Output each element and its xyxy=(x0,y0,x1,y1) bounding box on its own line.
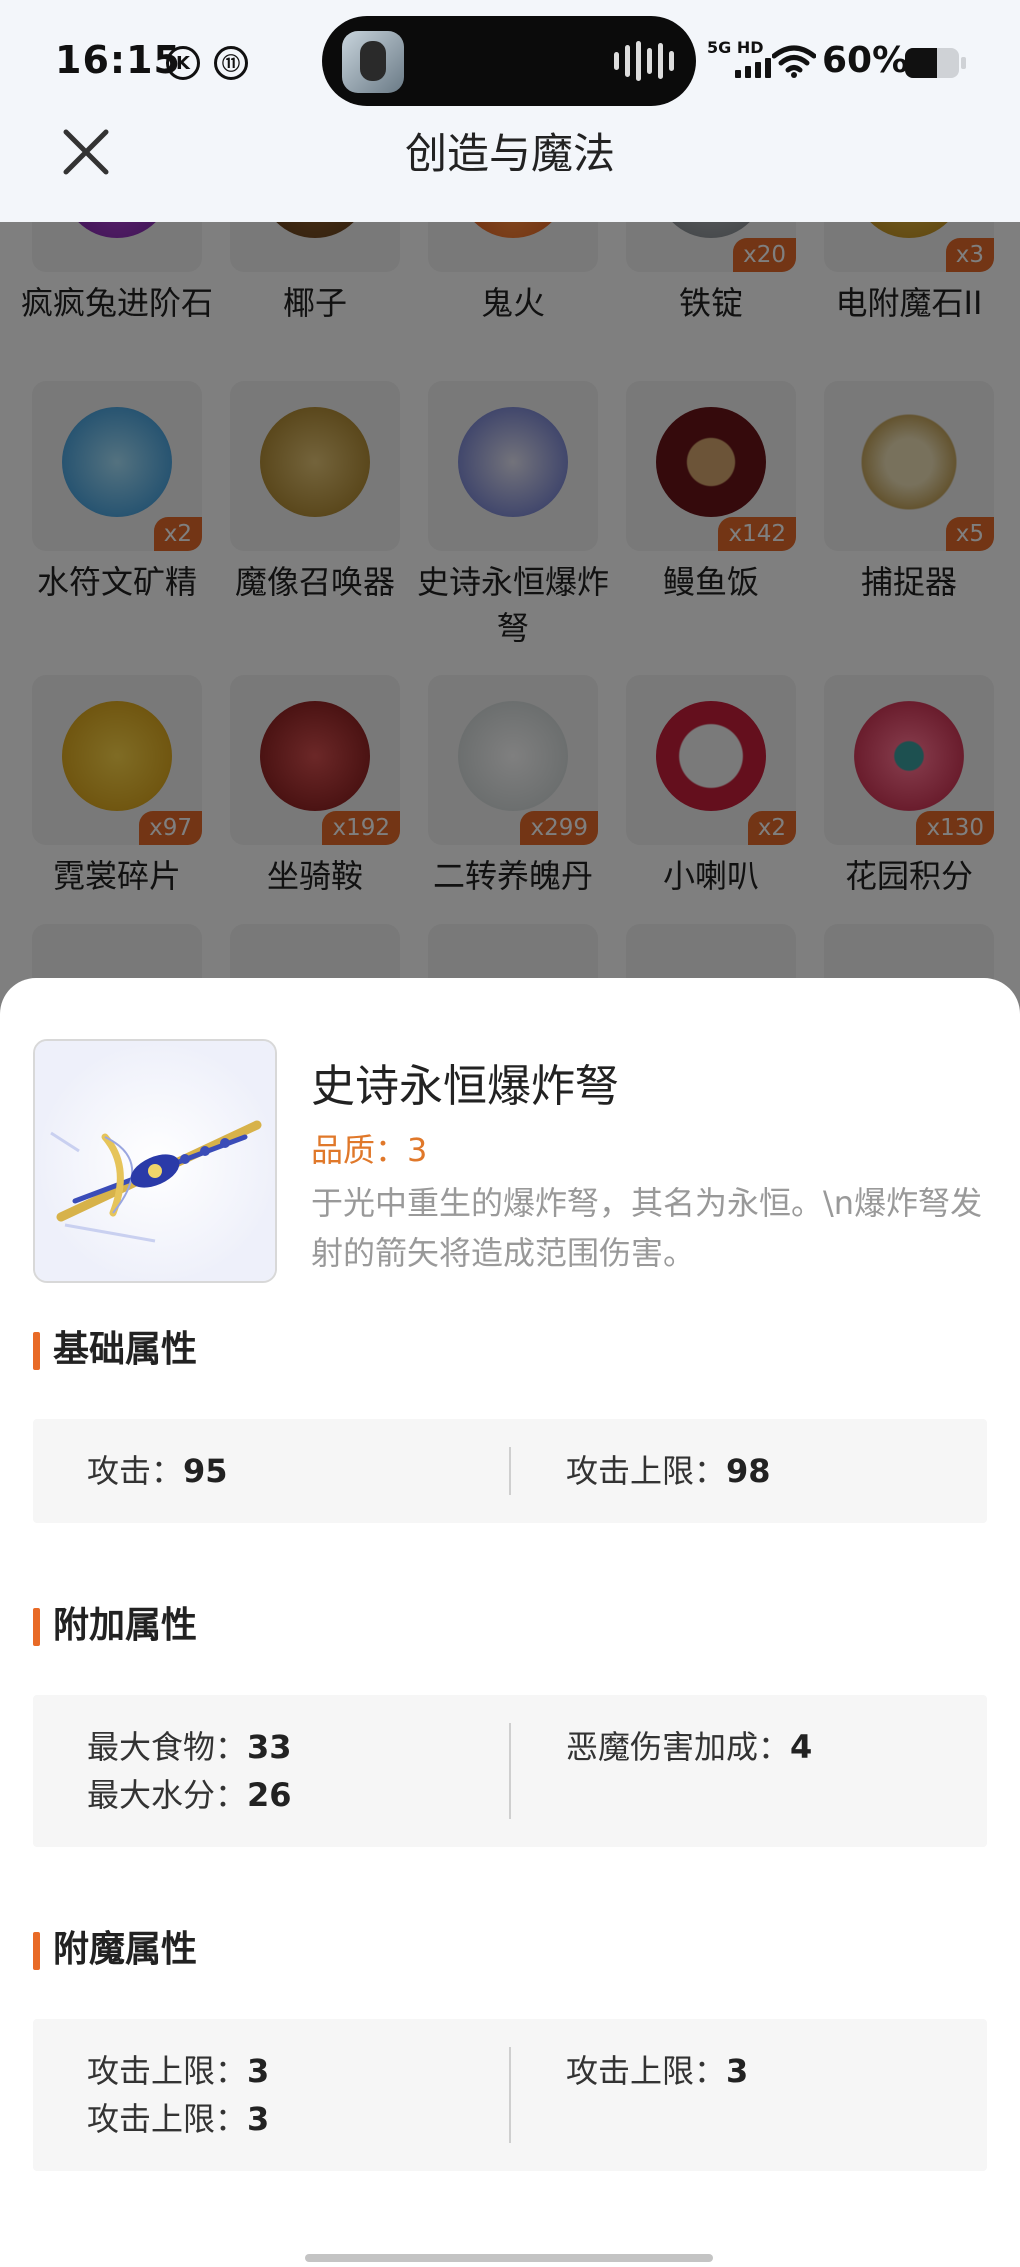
attribute-label: 最大水分： xyxy=(87,1776,248,1814)
dynamic-island[interactable] xyxy=(322,16,696,106)
attribute-row: 攻击上限：3 xyxy=(566,2047,748,2095)
status-bar: 16:15 K ⑪ 5G HD 60% xyxy=(0,0,1020,125)
k-indicator-icon: K xyxy=(166,46,200,80)
base-attributes-box: 攻击：95 攻击上限：98 xyxy=(33,1419,987,1523)
signal-icon xyxy=(735,58,771,78)
base-attributes-left: 攻击：95 xyxy=(87,1447,228,1495)
wifi-icon xyxy=(772,45,816,78)
attribute-value: 3 xyxy=(247,2100,270,2138)
attribute-label: 攻击： xyxy=(87,1452,184,1490)
attribute-value: 33 xyxy=(247,1728,292,1766)
attribute-label: 攻击上限： xyxy=(566,2052,727,2090)
attribute-value: 26 xyxy=(247,1776,292,1814)
attribute-label: 最大食物： xyxy=(87,1728,248,1766)
home-indicator[interactable] xyxy=(305,2254,713,2262)
attribute-value: 4 xyxy=(790,1728,813,1766)
quality-label: 品质： xyxy=(311,1131,408,1169)
attribute-row: 攻击：95 xyxy=(87,1447,228,1495)
attribute-row: 最大食物：33 xyxy=(87,1723,292,1771)
attribute-label: 攻击上限： xyxy=(87,2100,248,2138)
column-divider xyxy=(509,1723,511,1819)
section-title-base: 基础属性 xyxy=(33,1328,197,1372)
attribute-value: 95 xyxy=(183,1452,228,1490)
enchant-attributes-right: 攻击上限：3 xyxy=(566,2047,748,2095)
section-title-enchant: 附魔属性 xyxy=(33,1928,197,1972)
network-label: 5G HD xyxy=(707,38,764,57)
extra-attributes-right: 恶魔伤害加成：4 xyxy=(566,1723,812,1771)
attribute-row: 恶魔伤害加成：4 xyxy=(566,1723,812,1771)
quality-value: 3 xyxy=(407,1131,428,1169)
notification-indicator-icon: ⑪ xyxy=(214,46,248,80)
item-name: 史诗永恒爆炸弩 xyxy=(311,1061,619,1112)
audio-wave-icon xyxy=(614,40,674,82)
battery-percent: 60% xyxy=(822,40,909,81)
attribute-row: 最大水分：26 xyxy=(87,1771,292,1819)
crossbow-icon xyxy=(35,1041,275,1281)
app-header: 创造与魔法 xyxy=(0,110,1020,222)
enchant-attributes-box: 攻击上限：3 攻击上限：3 攻击上限：3 xyxy=(33,2019,987,2171)
attribute-row: 攻击上限：98 xyxy=(566,1447,771,1495)
attribute-row: 攻击上限：3 xyxy=(87,2095,269,2143)
base-attributes-right: 攻击上限：98 xyxy=(566,1447,771,1495)
attribute-value: 98 xyxy=(726,1452,771,1490)
extra-attributes-left: 最大食物：33 最大水分：26 xyxy=(87,1723,292,1819)
item-description: 于光中重生的爆炸弩，其名为永恒。\n爆炸弩发射的箭矢将造成范围伤害。 xyxy=(311,1184,983,1272)
column-divider xyxy=(509,1447,511,1495)
attribute-row: 攻击上限：3 xyxy=(87,2047,269,2095)
attribute-value: 3 xyxy=(726,2052,749,2090)
battery-tip xyxy=(961,57,966,69)
attribute-value: 3 xyxy=(247,2052,270,2090)
attribute-label: 攻击上限： xyxy=(87,2052,248,2090)
attribute-label: 恶魔伤害加成： xyxy=(566,1728,791,1766)
section-title-extra: 附加属性 xyxy=(33,1604,197,1648)
item-detail-sheet: 史诗永恒爆炸弩 品质：3 于光中重生的爆炸弩，其名为永恒。\n爆炸弩发射的箭矢将… xyxy=(0,978,1020,2267)
item-quality: 品质：3 xyxy=(311,1125,427,1171)
attribute-label: 攻击上限： xyxy=(566,1452,727,1490)
battery-icon xyxy=(905,48,959,78)
media-thumbnail-icon xyxy=(342,31,404,93)
status-time: 16:15 xyxy=(55,38,181,82)
enchant-attributes-left: 攻击上限：3 攻击上限：3 xyxy=(87,2047,269,2143)
page-title: 创造与魔法 xyxy=(404,129,615,178)
column-divider xyxy=(509,2047,511,2143)
extra-attributes-box: 最大食物：33 最大水分：26 恶魔伤害加成：4 xyxy=(33,1695,987,1847)
item-thumbnail xyxy=(33,1039,277,1283)
